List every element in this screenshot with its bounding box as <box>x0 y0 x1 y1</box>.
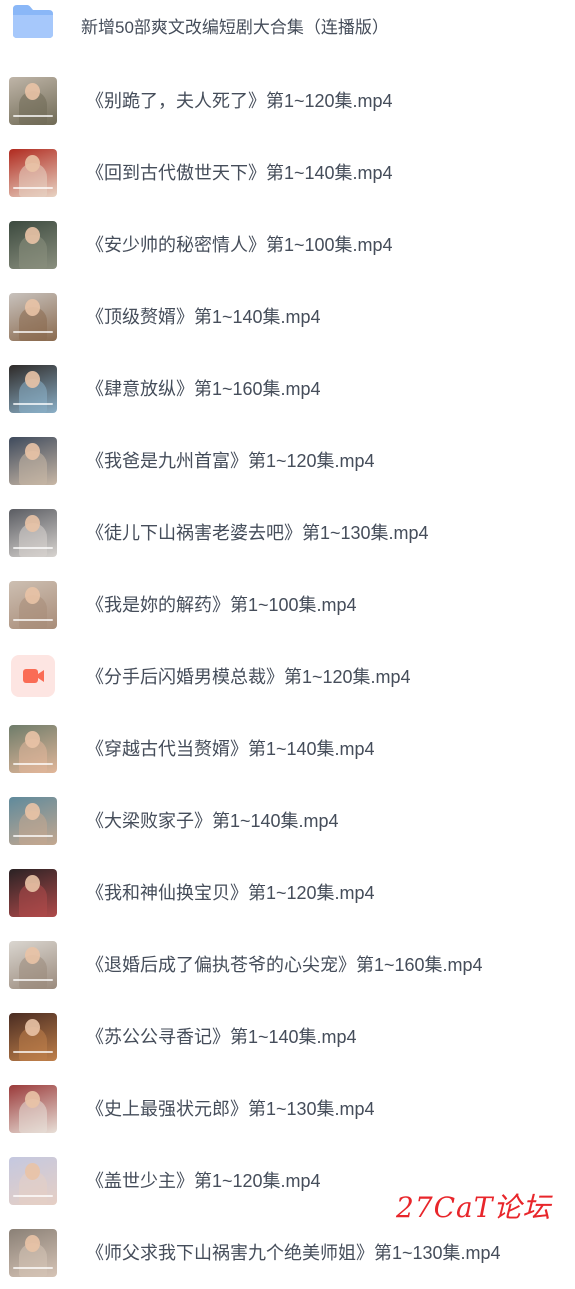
thumbnail-caption <box>13 331 53 333</box>
file-row[interactable]: 《顶级赘婿》第1~140集.mp4 <box>0 281 575 353</box>
video-file-icon <box>11 655 55 697</box>
file-row[interactable]: 《安少帅的秘密情人》第1~100集.mp4 <box>0 209 575 281</box>
video-thumbnail <box>9 869 57 917</box>
file-row[interactable]: 《史上最强状元郎》第1~130集.mp4 <box>0 1073 575 1145</box>
thumbnail-face <box>25 443 40 460</box>
file-row[interactable]: 《我爸是九州首富》第1~120集.mp4 <box>0 425 575 497</box>
watermark-logo: 27CaT论坛 <box>396 1191 552 1224</box>
thumbnail-caption <box>13 547 53 549</box>
thumbnail-face <box>25 1019 40 1036</box>
file-name: 《我爸是九州首富》第1~120集.mp4 <box>86 451 375 471</box>
file-name: 《别跪了，夫人死了》第1~120集.mp4 <box>86 91 393 111</box>
thumbnail-face <box>25 1091 40 1108</box>
file-name: 《顶级赘婿》第1~140集.mp4 <box>86 307 321 327</box>
thumbnail-face <box>25 1163 40 1180</box>
file-row[interactable]: 《穿越古代当赘婿》第1~140集.mp4 <box>0 713 575 785</box>
file-name: 《退婚后成了偏执苍爷的心尖宠》第1~160集.mp4 <box>86 955 483 975</box>
video-thumbnail <box>9 725 57 773</box>
file-row[interactable]: 《师父求我下山祸害九个绝美师姐》第1~130集.mp4 <box>0 1217 575 1289</box>
file-row[interactable]: 《苏公公寻香记》第1~140集.mp4 <box>0 1001 575 1073</box>
thumbnail-caption <box>13 403 53 405</box>
file-name: 《徒儿下山祸害老婆去吧》第1~130集.mp4 <box>86 523 429 543</box>
folder-row[interactable]: 新增50部爽文改编短剧大合集（连播版） <box>0 0 575 64</box>
video-thumbnail <box>9 437 57 485</box>
thumbnail-face <box>25 371 40 388</box>
video-thumbnail <box>9 293 57 341</box>
thumbnail-face <box>25 83 40 100</box>
file-name: 《穿越古代当赘婿》第1~140集.mp4 <box>86 739 375 759</box>
thumbnail-caption <box>13 1195 53 1197</box>
file-row[interactable]: 《退婚后成了偏执苍爷的心尖宠》第1~160集.mp4 <box>0 929 575 1001</box>
thumbnail-caption <box>13 187 53 189</box>
video-thumbnail <box>9 797 57 845</box>
file-row[interactable]: 《肆意放纵》第1~160集.mp4 <box>0 353 575 425</box>
thumbnail-caption <box>13 115 53 117</box>
video-thumbnail <box>9 149 57 197</box>
video-thumbnail <box>9 221 57 269</box>
thumbnail-face <box>25 587 40 604</box>
file-name: 《分手后闪婚男模总裁》第1~120集.mp4 <box>86 667 411 687</box>
video-thumbnail <box>9 1085 57 1133</box>
file-name: 《我是妳的解药》第1~100集.mp4 <box>86 595 357 615</box>
file-row[interactable]: 《别跪了，夫人死了》第1~120集.mp4 <box>0 65 575 137</box>
thumbnail-caption <box>13 979 53 981</box>
video-thumbnail <box>9 365 57 413</box>
file-row[interactable]: 《徒儿下山祸害老婆去吧》第1~130集.mp4 <box>0 497 575 569</box>
thumbnail-face <box>25 155 40 172</box>
thumbnail-face <box>25 803 40 820</box>
thumbnail-caption <box>13 619 53 621</box>
folder-icon <box>13 5 53 38</box>
file-name: 《苏公公寻香记》第1~140集.mp4 <box>86 1027 357 1047</box>
file-row[interactable]: 《大梁败家子》第1~140集.mp4 <box>0 785 575 857</box>
thumbnail-face <box>25 947 40 964</box>
thumbnail-caption <box>13 763 53 765</box>
file-row[interactable]: 《我是妳的解药》第1~100集.mp4 <box>0 569 575 641</box>
file-row[interactable]: 《回到古代傲世天下》第1~140集.mp4 <box>0 137 575 209</box>
file-name: 《我和神仙换宝贝》第1~120集.mp4 <box>86 883 375 903</box>
thumbnail-caption <box>13 835 53 837</box>
video-thumbnail <box>9 1229 57 1277</box>
file-name: 《回到古代傲世天下》第1~140集.mp4 <box>86 163 393 183</box>
video-thumbnail <box>9 509 57 557</box>
thumbnail-face <box>25 299 40 316</box>
thumbnail-face <box>25 1235 40 1252</box>
folder-name: 新增50部爽文改编短剧大合集（连播版） <box>81 18 389 37</box>
file-name: 《安少帅的秘密情人》第1~100集.mp4 <box>86 235 393 255</box>
video-thumbnail <box>9 1013 57 1061</box>
thumbnail-caption <box>13 1267 53 1269</box>
thumbnail-caption <box>13 1051 53 1053</box>
video-camera-icon <box>23 669 44 683</box>
thumbnail-face <box>25 731 40 748</box>
file-name: 《盖世少主》第1~120集.mp4 <box>86 1171 321 1191</box>
video-thumbnail <box>9 77 57 125</box>
video-thumbnail <box>9 941 57 989</box>
file-row[interactable]: 《我和神仙换宝贝》第1~120集.mp4 <box>0 857 575 929</box>
file-name: 《史上最强状元郎》第1~130集.mp4 <box>86 1099 375 1119</box>
file-name: 《肆意放纵》第1~160集.mp4 <box>86 379 321 399</box>
thumbnail-face <box>25 875 40 892</box>
file-name: 《师父求我下山祸害九个绝美师姐》第1~130集.mp4 <box>86 1243 501 1263</box>
file-name: 《大梁败家子》第1~140集.mp4 <box>86 811 339 831</box>
file-row[interactable]: 《分手后闪婚男模总裁》第1~120集.mp4 <box>0 641 575 713</box>
thumbnail-face <box>25 515 40 532</box>
video-thumbnail <box>9 581 57 629</box>
video-thumbnail <box>9 1157 57 1205</box>
thumbnail-face <box>25 227 40 244</box>
